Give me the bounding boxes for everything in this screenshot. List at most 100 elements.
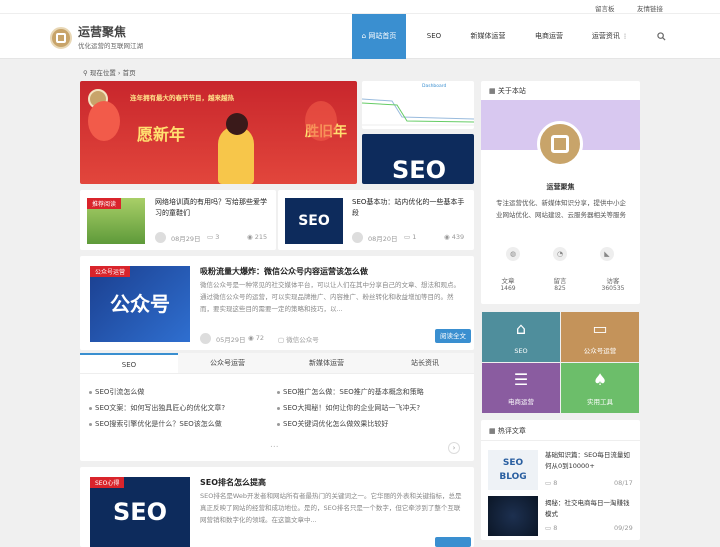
main-banner[interactable]: 连年拥有最大的春节节目，越来越热 愿新年 胜旧年 [80,81,357,184]
about-logo-icon [537,121,583,167]
tab-list-item[interactable]: SEO大揭秘！如何让你的企业网站一飞冲天? [277,403,420,413]
read-more-button[interactable]: 阅读全文 [435,329,471,343]
featured-card-1[interactable]: 推荐阅读 网络培训真的有用吗？写给那些爱学习的童鞋们 08月29日 ▭ 3 ◉ … [80,190,276,250]
home-icon: ⌂ [515,319,527,338]
tab-webmaster[interactable]: 站长资讯 [376,353,474,374]
thumb-up-icon: ♠ [592,370,608,389]
slide-thumb-seo-text: SEO [392,156,447,184]
post-thumb-1[interactable]: 公众号 [90,266,190,342]
read-more-button[interactable] [435,537,471,547]
nav-ops-news[interactable]: 运营资讯 ⋮ [585,14,635,59]
post-card-2[interactable]: SEO SEO心得 SEO排名怎么提高 SEO排名是Web开发者和网站所有者最热… [80,467,474,547]
category-ecommerce-label: 电商运营 [508,398,534,406]
comment-icon: ▭ [207,233,216,241]
friend-links-link[interactable]: 友情链接 [637,3,663,13]
top-bar: 留言板 友情链接 [0,0,720,14]
comment-icon: ▭ [545,479,554,487]
tab-list-item[interactable]: SEO推广怎么做：SEO推广的基本概念和策略 [277,387,424,397]
author-avatar [155,232,166,243]
about-name: 运营聚焦 [546,183,575,191]
category-ecommerce[interactable]: ☰ 电商运营 [482,363,560,413]
search-icon[interactable] [654,14,668,59]
chevron-right-icon[interactable]: › [448,442,460,454]
breadcrumb: ⚲ 现在位置 › 首页 [83,67,136,77]
stat-label-comments: 留言 [553,277,567,285]
stat-value-visitors: 360535 [601,285,625,292]
slide-thumb-chart[interactable]: Dashboard [362,81,474,129]
nav-new-media[interactable]: 新媒体运营 [462,14,514,59]
nav-home-label: 网站首页 [368,32,397,40]
divider [481,440,640,441]
tab-seo[interactable]: SEO [80,353,178,374]
wechat-icon[interactable]: ◍ [506,247,520,261]
tab-list-item[interactable]: SEO引流怎么做 [89,387,144,397]
slide-thumb-seo[interactable]: SEO [362,134,474,184]
category-seo[interactable]: ⌂ SEO [482,312,560,362]
post-tag-2[interactable]: SEO心得 [90,477,125,488]
post-category-1[interactable]: ▢ 微信公众号 [278,334,319,344]
stat-value-comments: 825 [554,285,566,292]
hot-title-2[interactable]: 揭秘：社交电商每日一淘赚钱模式 [545,498,635,520]
post-views-1: ◉ 72 [248,334,265,342]
hot-title-1[interactable]: 基础知识篇：SEO每日流量如何从0到10000+ [545,450,635,472]
breadcrumb-home[interactable]: 首页 [123,69,136,77]
featured-title-2[interactable]: SEO基本功：站内优化的一些基本手段 [352,197,470,219]
site-name[interactable]: 运营聚焦 [78,23,126,40]
grid-icon: ▦ [489,427,498,435]
nav-ecommerce[interactable]: 电商运营 [528,14,570,59]
post-excerpt-2: SEO排名是Web开发者和网站所有者最热门的关键词之一。它华丽的外表和关键指标，… [200,492,462,524]
post-excerpt-1: 微信公众号是一种常见的社交媒体平台，可以让人们在其中分享自己的文章、想法和观点。… [200,281,460,313]
comment-icon: ▭ [545,524,554,532]
breadcrumb-separator-icon: › [117,69,121,77]
list-icon: ☰ [513,370,529,389]
featured-thumb-2: SEO [285,198,343,244]
eye-icon: ◉ [248,334,256,342]
featured-tag-1: 推荐阅读 [87,198,122,209]
category-tools-label: 实用工具 [587,398,613,406]
post-tag-1[interactable]: 公众号运营 [90,266,131,277]
tab-list-item[interactable]: SEO文案：如何写出独具匠心的优化文章? [89,403,225,413]
stat-label-visitors: 访客 [606,277,620,285]
tab-new-media[interactable]: 新媒体运营 [277,353,376,374]
featured-date-1: 08月29日 [171,235,201,243]
category-tools[interactable]: ♠ 实用工具 [561,363,639,413]
hot-comments-1: ▭ 8 [545,479,558,487]
hot-date-2: 09/29 [614,524,633,532]
featured-comments-2: ▭ 1 [404,233,417,241]
author-avatar [352,232,363,243]
featured-date-2: 08月20日 [368,235,398,243]
rss-icon[interactable]: ◣ [600,247,614,261]
qq-icon[interactable]: ◔ [553,247,567,261]
stat-value-articles: 1469 [500,285,516,292]
about-desc: 专注运营优化、新媒体知识分享，提供中小企业网站优化、网站建设、云服务器相关等服务 [496,199,626,219]
post-title-1[interactable]: 吸粉流量大爆炸：微信公众号内容运营该怎么做 [200,266,465,277]
author-avatar [200,333,211,344]
category-wechat[interactable]: ▭ 公众号运营 [561,312,639,362]
featured-comments-1: ▭ 3 [207,233,220,241]
chevron-down-icon: ⋮ [622,33,629,40]
hot-comments-2: ▭ 8 [545,524,558,532]
nav-seo[interactable]: SEO [418,14,450,59]
hot-title: ▦ 热评文章 [489,427,526,435]
featured-views-2: ◉ 439 [444,233,465,241]
about-title: ▦ 关于本站 [489,87,526,95]
hot-thumb-1[interactable]: SEO BLOG [488,450,538,490]
tab-wechat[interactable]: 公众号运营 [178,353,277,374]
message-board-link[interactable]: 留言板 [595,3,615,13]
site-logo-icon[interactable] [50,27,72,49]
breadcrumb-prefix: 现在位置 [89,69,116,77]
tab-list-item[interactable]: SEO搜索引擎优化是什么？SEO该怎么做 [89,419,222,429]
tab-list-item[interactable]: SEO关键词优化怎么做效果比较好 [277,419,388,429]
about-widget: ▦ 关于本站 运营聚焦 专注运营优化、新媒体知识分享，提供中小企业网站优化、网站… [481,81,640,304]
nav-home[interactable]: ⌂ 网站首页 [352,14,406,59]
stat-label-articles: 文章 [501,277,515,285]
banner-text-left: 愿新年 [137,125,186,144]
post-card-1[interactable]: 公众号 公众号运营 吸粉流量大爆炸：微信公众号内容运营该怎么做 微信公众号是一种… [80,256,474,350]
folder-icon: ▢ [278,336,287,344]
post-title-2[interactable]: SEO排名怎么提高 [200,477,465,488]
featured-views-1: ◉ 215 [247,233,268,241]
featured-card-2[interactable]: SEO SEO基本功：站内优化的一些基本手段 08月20日 ▭ 1 ◉ 439 [278,190,474,250]
hot-thumb-2[interactable] [488,496,538,536]
grid-icon: ▦ [489,87,498,95]
featured-title-1[interactable]: 网络培训真的有用吗？写给那些爱学习的童鞋们 [155,197,270,219]
